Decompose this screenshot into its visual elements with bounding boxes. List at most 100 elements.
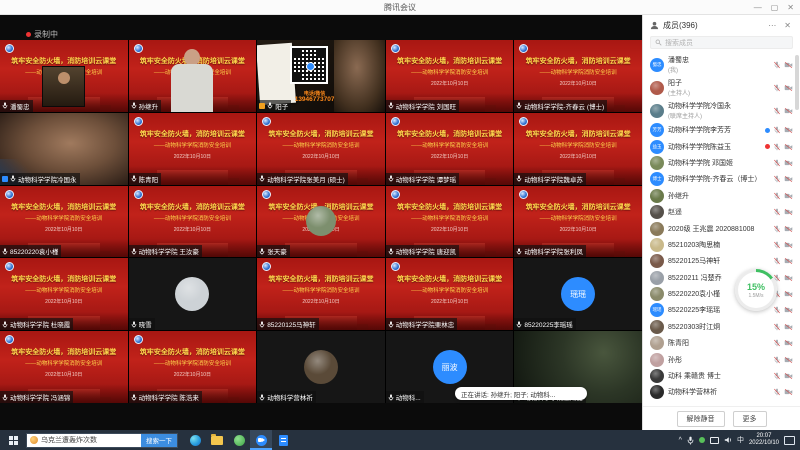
slide-date: 2022年10月10日 [129, 371, 257, 378]
input-method-indicator[interactable]: 中 [737, 435, 744, 445]
member-row[interactable]: 85220303时江炯 [643, 319, 800, 335]
member-row[interactable]: 阳子(主持人) [643, 76, 800, 99]
edge-browser-button[interactable] [184, 430, 206, 450]
member-name: 孙继升 [668, 191, 769, 201]
minimize-button[interactable]: — [754, 3, 762, 12]
slide-title: 筑牢安全防火墙，消防培训云课堂 [257, 129, 385, 139]
video-tile[interactable]: 筑牢安全防火墙，消防培训云课堂——动物科学学院消防安全培训2022年10月10日… [129, 186, 257, 258]
tencent-meeting-app-button[interactable] [250, 430, 272, 450]
video-tile[interactable]: 筑牢安全防火墙，消防培训云课堂——动物科学学院消防安全培训2022年10月10日… [0, 40, 128, 112]
network-speed-widget[interactable]: 15% 1.5M/s [735, 269, 777, 311]
video-tile[interactable]: 晓雪 [129, 258, 257, 330]
member-row[interactable]: 动物科学学院 邓国姬 [643, 155, 800, 171]
tray-display-icon[interactable] [710, 437, 719, 444]
more-button[interactable]: 更多 [733, 411, 767, 427]
member-avatar: 博士 [650, 172, 664, 186]
taskbar: 乌克兰遭轰炸次数 搜索一下 ^ 中 20:07 2022/10/10 [0, 430, 800, 450]
tray-volume-icon[interactable] [724, 436, 732, 444]
member-row[interactable]: 动科 乘赣贵 博士 [643, 368, 800, 384]
members-list: 蜀忠潘蜀忠(我)阳子(主持人)动物科学学院冷国永(联席主持人)芳芳动物科学学院李… [643, 53, 800, 406]
member-row[interactable]: 芳芳动物科学学院李芳芳 [643, 122, 800, 138]
member-row[interactable]: 蜀忠潘蜀忠(我) [643, 53, 800, 76]
tray-mic-icon[interactable] [687, 436, 694, 445]
member-row[interactable]: 85210203陶思楠 [643, 237, 800, 253]
mic-icon [2, 321, 8, 328]
close-button[interactable]: ✕ [787, 3, 794, 12]
member-row[interactable]: 赵遥 [643, 204, 800, 220]
member-row[interactable]: 陈青阳 [643, 335, 800, 351]
slide-date: 2022年10月10日 [257, 298, 385, 305]
video-tile[interactable]: 电话/微信13946773707阳子 [257, 40, 385, 112]
member-row[interactable]: 动物科学学院冷国永(联席主持人) [643, 99, 800, 122]
mic-off-icon [773, 257, 781, 265]
video-tile[interactable]: 筑牢安全防火墙，消防培训云课堂——动物科学学院消防安全培训2022年10月10日… [386, 40, 514, 112]
video-tile[interactable]: 筑牢安全防火墙，消防培训云课堂——动物科学学院消防安全培训2022年10月10日… [257, 186, 385, 258]
slide-date: 2022年10月10日 [129, 226, 257, 233]
taskbar-search-button[interactable]: 搜索一下 [141, 434, 177, 447]
member-row[interactable]: 85220125马神轩 [643, 253, 800, 269]
college-logo-icon [5, 335, 14, 344]
search-icon [655, 39, 662, 46]
video-tile[interactable]: 筑牢安全防火墙，消防培训云课堂——动物科学学院消防安全培训2022年10月10日… [257, 113, 385, 185]
member-row[interactable]: 2020级 王兆震 2020881008 [643, 220, 800, 236]
panel-scrollbar[interactable] [795, 55, 799, 110]
video-tile[interactable]: 筑牢安全防火墙，消防培训云课堂——动物科学学院消防安全培训2022年10月10日… [386, 258, 514, 330]
participant-label: 动物科学学院张利凤 [514, 245, 586, 257]
member-row[interactable]: 动物科学营林祈 [643, 384, 800, 400]
slide-date: 2022年10月10日 [0, 226, 128, 233]
video-tile[interactable]: 筑牢安全防火墙，消防培训云课堂——动物科学学院消防安全培训2022年10月10日… [386, 186, 514, 258]
participant-label: 动物科学学院冷国永 [0, 173, 80, 185]
tencent-meeting-window: 腾讯会议 — ▢ ✕ 录制中 筑牢安全防火墙，消防培训云课堂——动物科学学院消防… [0, 0, 800, 450]
tray-green-status-icon[interactable] [699, 437, 705, 443]
video-tile[interactable]: 筑牢安全防火墙，消防培训云课堂——动物科学学院消防安全培训2022年10月10日… [129, 113, 257, 185]
member-row[interactable]: 博士动物科学学院-齐春云（博士） [643, 171, 800, 187]
browser-360-button[interactable] [228, 430, 250, 450]
video-tile[interactable]: 瑶瑶85220225李瑶瑶 [514, 258, 642, 330]
camera-off-icon [784, 159, 793, 167]
video-tile[interactable]: 筑牢安全防火墙，消防培训云课堂——动物科学学院消防安全培训2022年10月10日… [257, 258, 385, 330]
video-tile[interactable]: 动物科学学院冷国永 [0, 113, 128, 185]
member-info: 85210203陶思楠 [668, 240, 769, 250]
start-button[interactable] [0, 430, 26, 450]
video-tile[interactable]: 筑牢安全防火墙，消防培训云课堂——动物科学学院消防安全培训2022年10月10日… [514, 40, 642, 112]
camera-off-icon [784, 61, 793, 69]
video-tile[interactable]: 筑牢安全防火墙，消防培训云课堂——动物科学学院消防安全培训2022年10月10日… [0, 186, 128, 258]
taskbar-search[interactable]: 乌克兰遭轰炸次数 搜索一下 [26, 433, 178, 448]
mic-off-icon [773, 61, 781, 69]
member-info: 2020级 王兆震 2020881008 [668, 224, 769, 234]
recording-status-icon [765, 144, 770, 149]
unmute-all-button[interactable]: 解除静音 [677, 411, 725, 427]
recording-indicator: 录制中 [26, 29, 58, 40]
member-row[interactable]: 孙彤 [643, 351, 800, 367]
search-input[interactable]: 搜索成员 [650, 36, 793, 49]
mic-icon [259, 248, 265, 255]
video-tile[interactable]: 筑牢安全防火墙，消防培训云课堂——动物科学学院消防安全培训2022年10月10日… [514, 113, 642, 185]
video-tile[interactable]: 筑牢安全防火墙，消防培训云课堂——动物科学学院消防安全培训2022年10月10日… [129, 40, 257, 112]
slide-date: 2022年10月10日 [514, 80, 642, 87]
taskbar-clock[interactable]: 20:07 2022/10/10 [749, 433, 779, 447]
video-tile[interactable]: 筑牢安全防火墙，消防培训云课堂——动物科学学院消防安全培训2022年10月10日… [0, 331, 128, 403]
member-status-icons [773, 225, 793, 233]
mic-off-icon [773, 126, 781, 134]
panel-close-icon[interactable]: ✕ [782, 21, 793, 30]
mic-icon [388, 394, 394, 401]
video-tile[interactable]: 筑牢安全防火墙，消防培训云课堂——动物科学学院消防安全培训2022年10月10日… [0, 258, 128, 330]
participant-name: 动物科... [396, 392, 421, 402]
maximize-button[interactable]: ▢ [771, 3, 779, 12]
video-tile[interactable]: 动物科学营林祈 [257, 331, 385, 403]
file-explorer-button[interactable] [206, 430, 228, 450]
member-row[interactable]: 益玉动物科学学院陈益玉 [643, 138, 800, 154]
college-logo-icon [519, 190, 528, 199]
panel-more-icon[interactable]: ⋯ [766, 21, 778, 30]
tray-expand-icon[interactable]: ^ [679, 437, 682, 444]
member-row[interactable]: 孙继升 [643, 188, 800, 204]
notification-center-icon[interactable] [784, 436, 795, 445]
docs-app-button[interactable] [272, 430, 294, 450]
participant-name: 动物科学学院张美月 (硕士) [267, 174, 345, 184]
member-name: 动物科学学院 邓国姬 [668, 158, 769, 168]
video-tile[interactable]: 筑牢安全防火墙，消防培训云课堂——动物科学学院消防安全培训2022年10月10日… [386, 113, 514, 185]
panel-header: 成员(396) ⋯ ✕ [643, 15, 800, 35]
participant-label: 陈青阳 [129, 173, 162, 185]
video-tile[interactable]: 筑牢安全防火墙，消防培训云课堂——动物科学学院消防安全培训2022年10月10日… [129, 331, 257, 403]
video-tile[interactable]: 筑牢安全防火墙，消防培训云课堂——动物科学学院消防安全培训2022年10月10日… [514, 186, 642, 258]
